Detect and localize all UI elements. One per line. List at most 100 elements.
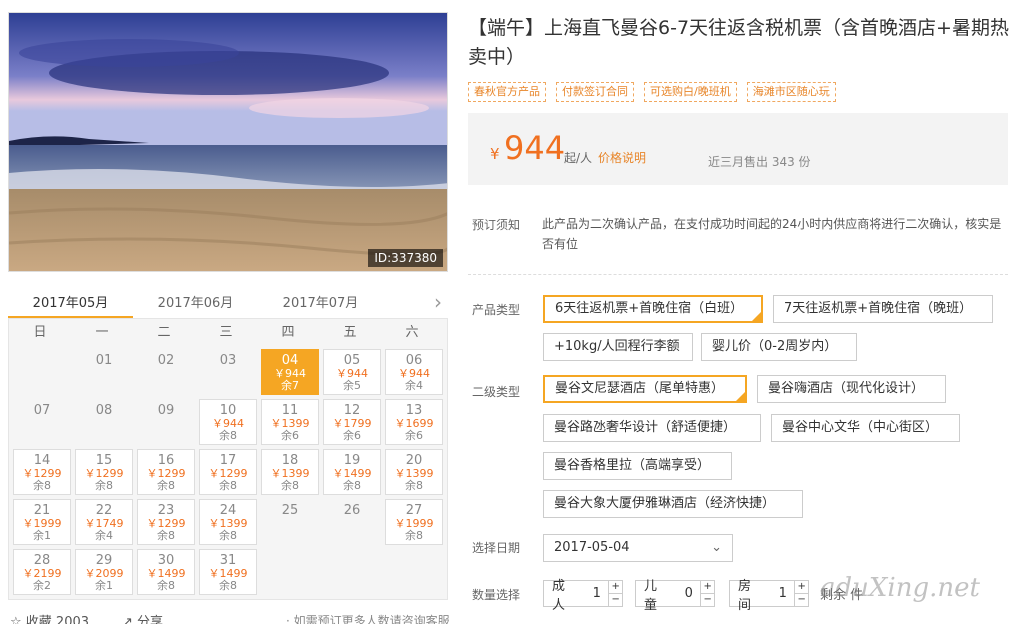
child-stepper[interactable]: 儿童 0 + −: [635, 579, 715, 613]
minus-icon[interactable]: −: [701, 594, 714, 606]
date-select[interactable]: 2017-05-04 ⌄: [543, 534, 733, 562]
calendar-day[interactable]: 27 ￥1999 余8: [385, 499, 443, 545]
calendar-day[interactable]: 17 ￥1299 余8: [199, 449, 257, 495]
calendar-day[interactable]: 14 ￥1299 余8: [13, 449, 71, 495]
day-number: 15: [95, 453, 113, 468]
hotel-option[interactable]: 曼谷嗨酒店（现代化设计）: [757, 375, 946, 403]
room-stepper[interactable]: 房间 1 + −: [729, 579, 809, 613]
adult-stepper[interactable]: 成人 1 + −: [543, 579, 623, 613]
hotel-option[interactable]: 曼谷中心文华（中心街区）: [771, 414, 960, 442]
calendar-day[interactable]: 10 ￥944 余8: [199, 399, 257, 445]
product-option-luggage[interactable]: +10kg/人回程行李额: [543, 333, 693, 361]
date-label: 选择日期: [472, 541, 521, 555]
day-number: 24: [219, 503, 237, 518]
stepper-value[interactable]: 1: [585, 586, 608, 601]
product-option-day[interactable]: 6天往返机票+首晚住宿（白班）: [543, 295, 763, 323]
calendar-day[interactable]: 23 ￥1299 余8: [137, 499, 195, 545]
calendar-day: 02: [137, 349, 195, 395]
product-option-night[interactable]: 7天往返机票+首晚住宿（晚班）: [773, 295, 993, 323]
tab-month-06[interactable]: 2017年06月: [133, 286, 258, 319]
stepper-value[interactable]: 1: [771, 586, 794, 601]
day-number: 21: [33, 503, 51, 518]
quantity-label: 数量选择: [472, 588, 521, 602]
calendar-day[interactable]: 18 ￥1399 余8: [261, 449, 319, 495]
calendar-day[interactable]: 04 ￥944 余7: [261, 349, 319, 395]
stepper-label: 房间: [738, 578, 752, 613]
calendar-day[interactable]: 16 ￥1299 余8: [137, 449, 195, 495]
calendar-day[interactable]: 20 ￥1399 余8: [385, 449, 443, 495]
calendar-day[interactable]: 28 ￥2199 余2: [13, 549, 71, 595]
day-remaining: 余1: [33, 529, 51, 542]
day-number: 30: [157, 553, 175, 568]
hotel-option[interactable]: 曼谷香格里拉（高端享受）: [543, 452, 732, 480]
tab-month-07[interactable]: 2017年07月: [258, 286, 383, 319]
day-number: 20: [405, 453, 423, 468]
day-number: 23: [157, 503, 175, 518]
day-remaining: 余8: [219, 579, 237, 592]
day-remaining: 余4: [95, 529, 113, 542]
calendar-day[interactable]: 24 ￥1399 余8: [199, 499, 257, 545]
calendar-day[interactable]: 06 ￥944 余4: [385, 349, 443, 395]
calendar: 日 一 二 三 四 五 六 01 02 03 04 ￥944 余7 05 ￥944 余5 06 ￥9…: [8, 318, 448, 600]
day-number: 18: [281, 453, 299, 468]
price-explain-link[interactable]: 价格说明: [598, 149, 646, 166]
watermark: aduXing.net: [820, 573, 980, 603]
plus-icon[interactable]: +: [701, 581, 714, 594]
minus-icon[interactable]: −: [609, 594, 622, 606]
weekday-label: 三: [219, 325, 233, 340]
chevron-right-icon[interactable]: ›: [434, 290, 442, 314]
notice-label: 预订须知: [472, 218, 521, 232]
calendar-day[interactable]: 13 ￥1699 余6: [385, 399, 443, 445]
consult-note: · 如需预订更多人数请咨询客服: [286, 614, 450, 624]
product-option-infant[interactable]: 婴儿价（0-2周岁内）: [701, 333, 857, 361]
day-remaining: 余8: [219, 529, 237, 542]
feature-tag: 春秋官方产品: [468, 82, 546, 102]
day-remaining: 余8: [281, 479, 299, 492]
plus-icon[interactable]: +: [795, 581, 808, 594]
day-number: 27: [405, 503, 423, 518]
day-number: 07: [33, 403, 51, 418]
plus-icon[interactable]: +: [609, 581, 622, 594]
calendar-day[interactable]: 31 ￥1499 余8: [199, 549, 257, 595]
sold-count: 近三月售出 343 份: [708, 155, 811, 169]
calendar-day: 07: [13, 399, 71, 445]
calendar-day[interactable]: 30 ￥1499 余8: [137, 549, 195, 595]
calendar-day[interactable]: 21 ￥1999 余1: [13, 499, 71, 545]
calendar-day[interactable]: 15 ￥1299 余8: [75, 449, 133, 495]
day-remaining: 余8: [405, 529, 423, 542]
weekday-label: 日: [33, 325, 47, 340]
day-remaining: 余7: [281, 379, 299, 392]
calendar-day[interactable]: 22 ￥1749 余4: [75, 499, 133, 545]
currency-symbol: ¥: [490, 145, 500, 163]
day-number: 12: [343, 403, 361, 418]
image-id-badge: ID:337380: [368, 249, 443, 267]
day-number: 13: [405, 403, 423, 418]
tab-month-05[interactable]: 2017年05月: [8, 286, 133, 319]
weekday-header: 日 一 二 三 四 五 六: [9, 319, 447, 347]
share-button[interactable]: ↗ 分享: [122, 611, 163, 624]
day-remaining: 余8: [33, 479, 51, 492]
weekday-label: 一: [95, 325, 109, 340]
calendar-day[interactable]: 29 ￥2099 余1: [75, 549, 133, 595]
hotel-option[interactable]: 曼谷文尼瑟酒店（尾单特惠）: [543, 375, 747, 403]
beach-image: [9, 13, 447, 271]
hotel-option[interactable]: 曼谷大象大厦伊雅琳酒店（经济快捷）: [543, 490, 803, 518]
price-unit: 起/人: [564, 151, 593, 165]
weekday-label: 二: [157, 325, 171, 340]
calendar-day[interactable]: 19 ￥1499 余8: [323, 449, 381, 495]
favorite-button[interactable]: ☆ 收藏 2003: [10, 611, 89, 624]
day-number: 14: [33, 453, 51, 468]
minus-icon[interactable]: −: [795, 594, 808, 606]
day-remaining: 余8: [157, 479, 175, 492]
day-remaining: 余8: [95, 479, 113, 492]
feature-tag: 海滩市区随心玩: [746, 82, 836, 102]
day-remaining: 余6: [343, 429, 361, 442]
weekday-label: 五: [343, 325, 357, 340]
day-number: 05: [343, 353, 361, 368]
calendar-day[interactable]: 12 ￥1799 余6: [323, 399, 381, 445]
hotel-option[interactable]: 曼谷路氹奢华设计（舒适便捷）: [543, 414, 761, 442]
day-remaining: 余1: [95, 579, 113, 592]
calendar-day[interactable]: 11 ￥1399 余6: [261, 399, 319, 445]
stepper-value[interactable]: 0: [677, 586, 700, 601]
calendar-day[interactable]: 05 ￥944 余5: [323, 349, 381, 395]
